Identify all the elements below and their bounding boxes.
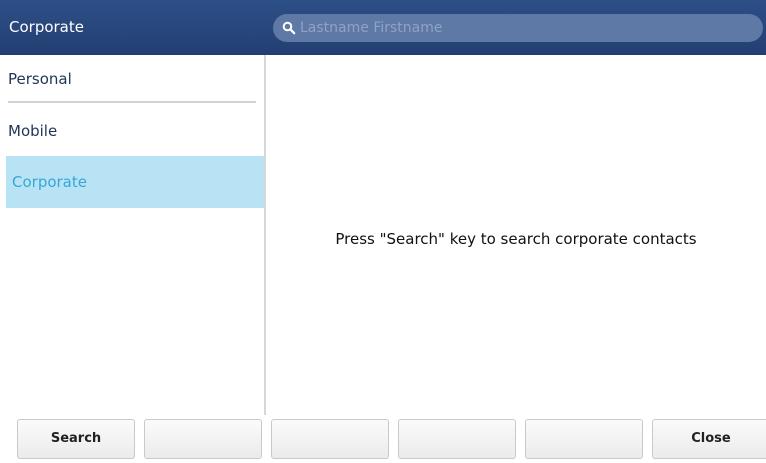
sidebar-item-label: Corporate (12, 173, 87, 191)
sidebar: Personal Mobile Corporate (0, 55, 266, 415)
sidebar-item-corporate[interactable]: Corporate (6, 156, 264, 208)
sidebar-item-label: Personal (8, 70, 72, 88)
softkey-3[interactable] (271, 419, 389, 459)
sidebar-item-mobile[interactable]: Mobile (8, 107, 256, 155)
search-icon (282, 21, 296, 35)
search-button[interactable]: Search (17, 419, 135, 459)
softkey-5[interactable] (525, 419, 643, 459)
softkey-bar: Search Close (0, 415, 766, 463)
sidebar-item-label: Mobile (8, 122, 58, 140)
search-placeholder: Lastname Firstname (300, 20, 443, 36)
softkey-2[interactable] (144, 419, 262, 459)
softkey-4[interactable] (398, 419, 516, 459)
search-input[interactable]: Lastname Firstname (273, 14, 763, 42)
sidebar-item-personal[interactable]: Personal (8, 55, 256, 103)
close-button[interactable]: Close (652, 419, 766, 459)
search-hint-message: Press "Search" key to search corporate c… (335, 230, 697, 248)
page-title: Corporate (9, 18, 84, 36)
header-bar: Corporate Lastname Firstname (0, 0, 766, 55)
